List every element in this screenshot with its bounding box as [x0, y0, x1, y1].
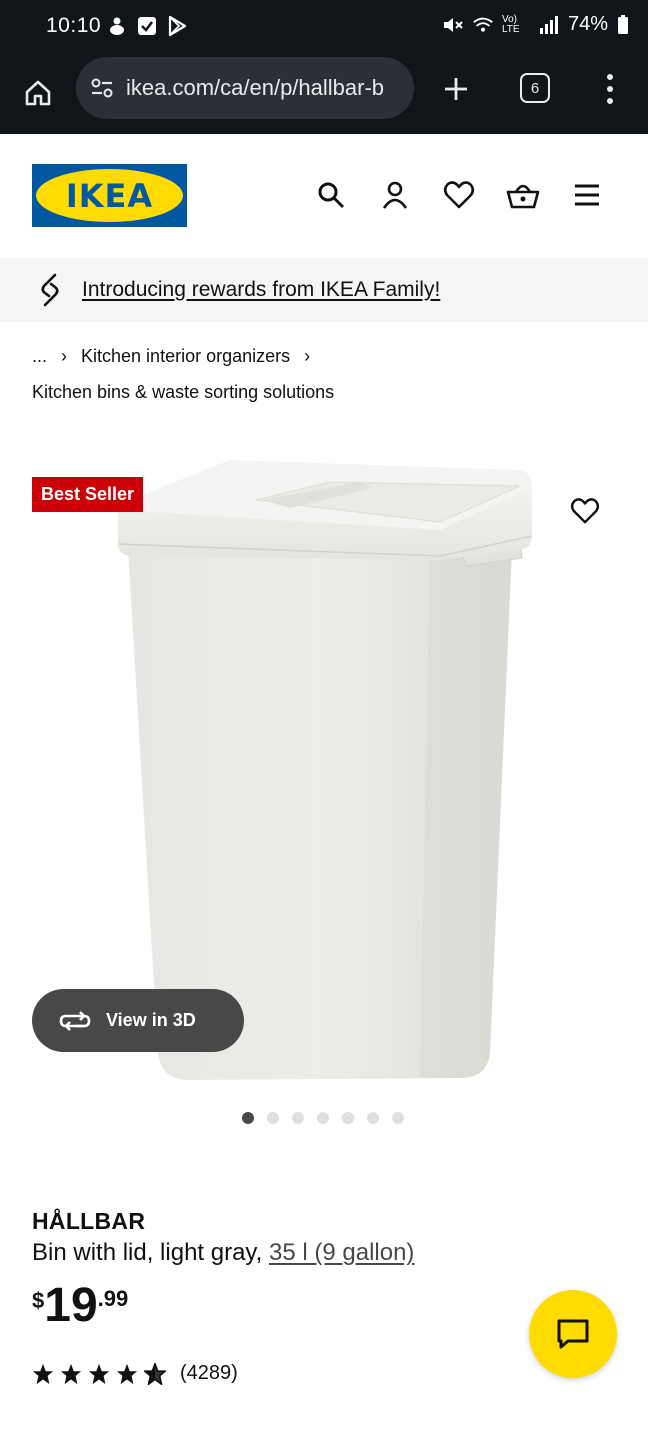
- checkbox-notification-icon: [136, 15, 158, 37]
- carousel-dot[interactable]: [392, 1112, 404, 1124]
- carousel-dot[interactable]: [267, 1112, 279, 1124]
- breadcrumb: ... › Kitchen interior organizers › Kitc…: [32, 344, 632, 403]
- heart-icon: [570, 498, 600, 524]
- account-icon: [382, 181, 408, 209]
- heart-icon: [443, 181, 475, 209]
- chat-icon: [557, 1319, 589, 1349]
- rewards-banner: Introducing rewards from IKEA Family!: [0, 258, 648, 322]
- logo-text: IKEA: [65, 176, 154, 215]
- logo-oval: IKEA: [36, 169, 183, 222]
- product-description-text: Bin with lid, light gray,: [32, 1239, 269, 1266]
- battery-percent: 74%: [567, 13, 608, 35]
- carousel-dot[interactable]: [242, 1112, 254, 1124]
- home-icon: [25, 80, 51, 106]
- mute-icon: [442, 14, 464, 36]
- favourites-button[interactable]: [440, 176, 478, 214]
- rating-count[interactable]: (4289): [180, 1362, 238, 1385]
- carousel-dot[interactable]: [317, 1112, 329, 1124]
- battery-icon: [616, 14, 630, 36]
- view-in-3d-button[interactable]: View in 3D: [32, 989, 244, 1052]
- address-bar[interactable]: ikea.com/ca/en/p/hallbar-b: [76, 57, 414, 119]
- view-in-3d-label: View in 3D: [106, 1010, 196, 1030]
- status-notification-icons: [106, 15, 188, 37]
- carousel-indicators: [242, 1112, 404, 1124]
- breadcrumb-parent-link[interactable]: Kitchen interior organizers: [81, 346, 290, 367]
- product-size-link[interactable]: 35 l (9 gallon): [269, 1239, 414, 1266]
- hamburger-menu-icon: [575, 184, 599, 206]
- basket-button[interactable]: [504, 176, 542, 214]
- more-dot-icon: [607, 98, 613, 104]
- breadcrumb-separator: ›: [61, 345, 68, 366]
- star-icon: [116, 1363, 138, 1384]
- status-bar: 10:10 Vo) LTE 74%: [0, 0, 648, 56]
- breadcrumb-row: ... › Kitchen interior organizers ›: [32, 344, 632, 368]
- signal-icon: [538, 14, 560, 36]
- best-seller-badge: Best Seller: [32, 477, 144, 512]
- header-actions: [312, 176, 606, 214]
- carousel-dot[interactable]: [292, 1112, 304, 1124]
- wifi-icon: [472, 14, 494, 36]
- volte-label: Vo) LTE: [501, 13, 520, 35]
- product-name: HÅLLBAR: [32, 1208, 146, 1234]
- breadcrumb-ellipsis[interactable]: ...: [32, 346, 47, 367]
- new-tab-button[interactable]: [436, 69, 476, 109]
- home-button[interactable]: [18, 73, 58, 113]
- rating-stars: [32, 1362, 166, 1385]
- chat-support-button[interactable]: [529, 1290, 617, 1378]
- site-settings-icon[interactable]: [88, 74, 116, 102]
- ikea-logo[interactable]: IKEA: [32, 164, 187, 227]
- price-currency: $: [32, 1288, 45, 1313]
- more-dot-icon: [607, 86, 613, 92]
- notification-app-icon: [106, 15, 128, 37]
- star-icon: [32, 1363, 54, 1384]
- price-integer: 19: [44, 1279, 98, 1332]
- star-icon: [88, 1363, 110, 1384]
- basket-icon: [506, 184, 540, 209]
- search-icon: [318, 182, 345, 209]
- search-button[interactable]: [312, 176, 350, 214]
- product-price: $ 19 .99: [32, 1280, 128, 1332]
- browser-menu-button[interactable]: [596, 69, 624, 109]
- product-description: Bin with lid, light gray, 35 l (9 gallon…: [32, 1239, 414, 1267]
- half-star-icon: [144, 1362, 166, 1385]
- volte-icon: Vo) LTE: [502, 14, 530, 36]
- plus-icon: [445, 78, 467, 100]
- status-system-icons: Vo) LTE 74%: [442, 13, 630, 36]
- rotate-3d-icon: [58, 1009, 94, 1033]
- carousel-dot[interactable]: [367, 1112, 379, 1124]
- more-dot-icon: [607, 74, 613, 80]
- tab-switcher-button[interactable]: 6: [520, 73, 550, 103]
- url-text[interactable]: ikea.com/ca/en/p/hallbar-b: [126, 75, 406, 101]
- family-link-icon: [34, 272, 66, 308]
- product-rating[interactable]: (4289): [32, 1362, 238, 1385]
- status-time: 10:10: [46, 14, 102, 37]
- price-decimal: .99: [97, 1286, 129, 1311]
- play-store-icon: [166, 15, 188, 37]
- account-button[interactable]: [376, 176, 414, 214]
- add-to-favourites-button[interactable]: [564, 490, 606, 532]
- product-image-carousel[interactable]: Best Seller View in 3D: [0, 440, 648, 1100]
- rewards-link[interactable]: Introducing rewards from IKEA Family!: [82, 278, 440, 302]
- hamburger-menu-button[interactable]: [568, 176, 606, 214]
- browser-toolbar: ikea.com/ca/en/p/hallbar-b 6: [0, 56, 648, 134]
- site-header: IKEA: [0, 134, 648, 258]
- star-icon: [60, 1363, 82, 1384]
- breadcrumb-separator: ›: [304, 345, 311, 366]
- carousel-dot[interactable]: [342, 1112, 354, 1124]
- breadcrumb-current-link[interactable]: Kitchen bins & waste sorting solutions: [32, 382, 632, 403]
